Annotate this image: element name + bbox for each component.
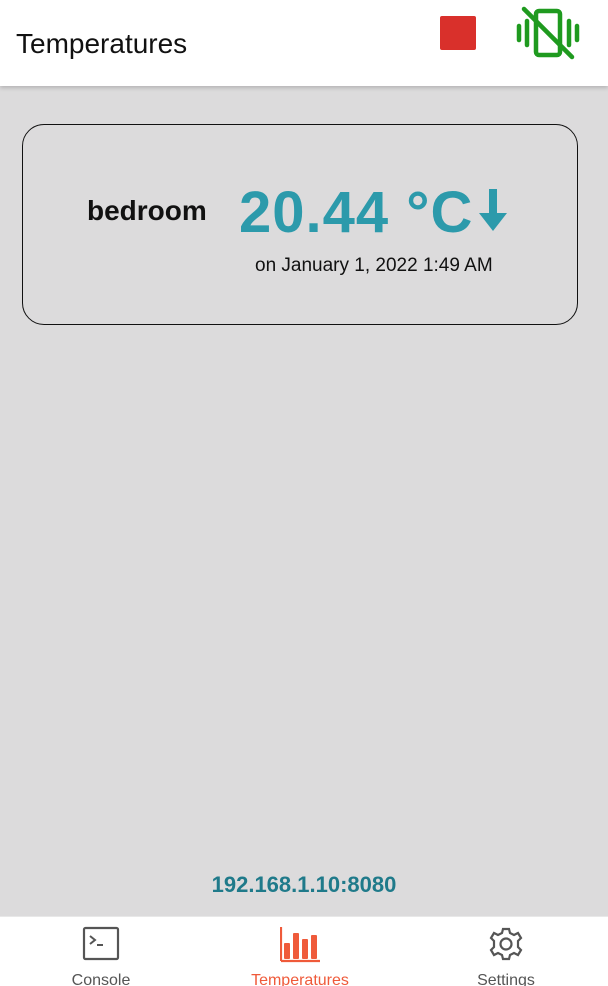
server-address: 192.168.1.10:8080 [211,872,397,897]
app-screen: Temperatures bedroom 20.44 °C on January… [0,0,608,986]
app-bar: Temperatures [0,0,608,86]
sensor-name: bedroom [87,195,207,226]
arrow-down-icon [477,187,509,233]
nav-item-settings[interactable]: Settings [405,917,607,986]
nav-item-temperatures[interactable]: Temperatures [199,917,401,986]
sensor-updated-time: on January 1, 2022 1:49 AM [255,255,493,276]
page-title: Temperatures [16,28,188,59]
gear-icon [486,925,526,963]
bottom-navigation: Console Temperatures Settings [0,916,608,986]
stop-button[interactable] [440,16,476,50]
terminal-icon [81,925,121,963]
vibrate-off-icon [516,6,580,60]
nav-label: Console [71,972,131,986]
sensor-temperature: 20.44 °C [239,180,474,245]
bar-chart-icon [280,925,320,963]
nav-label: Settings [477,972,535,986]
nav-item-console[interactable]: Console [0,917,202,986]
nav-label: Temperatures [251,972,349,986]
vibrate-off-button[interactable] [516,6,580,60]
sensor-card[interactable]: bedroom 20.44 °C on January 1, 2022 1:49… [22,124,578,325]
